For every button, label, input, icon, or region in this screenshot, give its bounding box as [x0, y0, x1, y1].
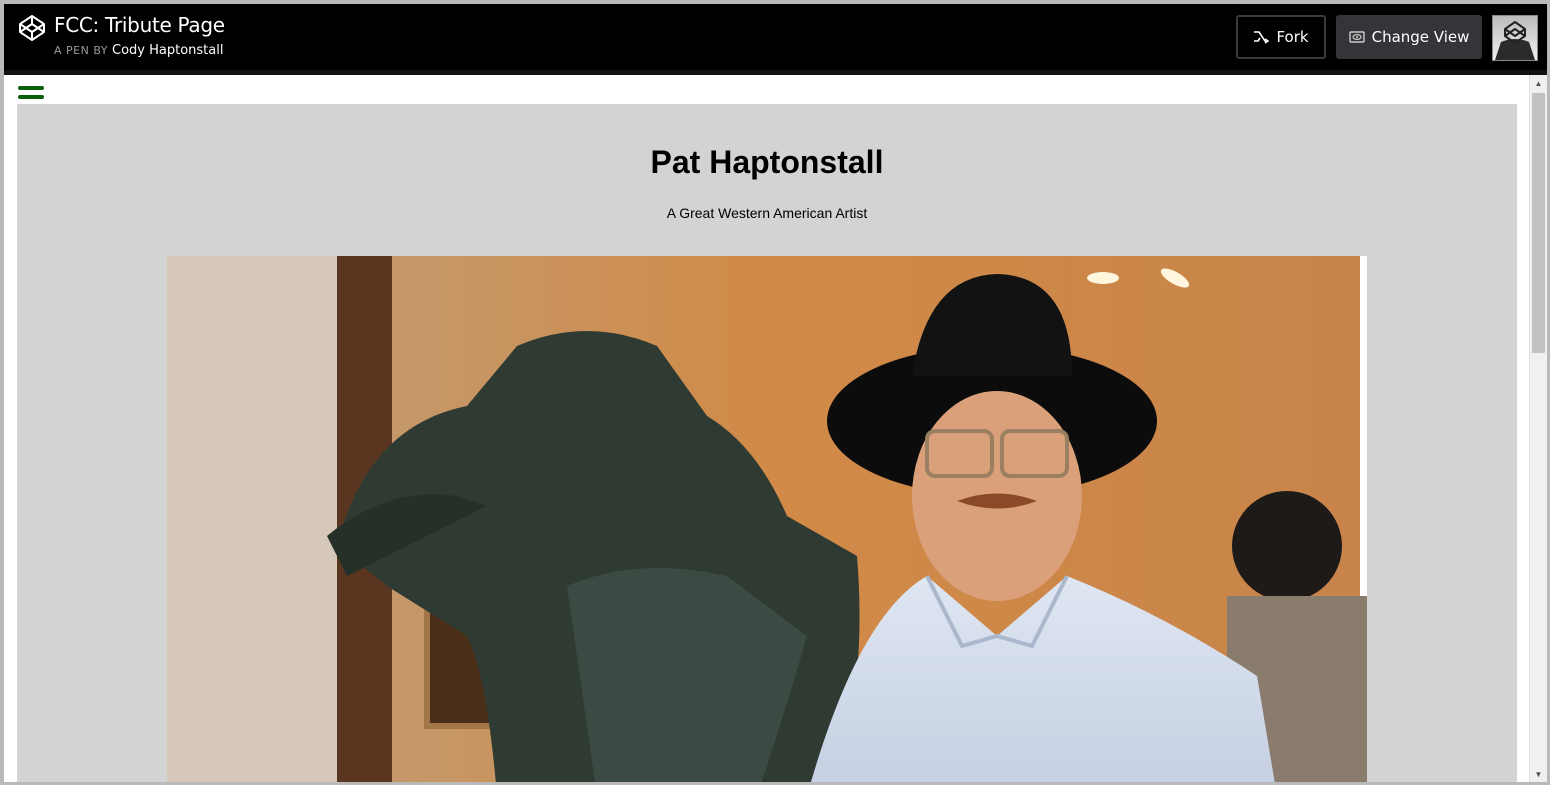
- change-view-button[interactable]: Change View: [1336, 15, 1482, 59]
- fork-button[interactable]: Fork: [1236, 15, 1326, 59]
- change-view-label: Change View: [1371, 28, 1470, 46]
- page-subtitle: A Great Western American Artist: [666, 205, 868, 221]
- pen-title[interactable]: FCC: Tribute Page: [54, 13, 225, 37]
- pen-header: FCC: Tribute Page A PEN BY Cody Haptonsta…: [4, 4, 1547, 70]
- codepen-logo-icon[interactable]: [18, 14, 46, 42]
- fork-label: Fork: [1276, 28, 1309, 46]
- pen-byline: A PEN BY Cody Haptonstall: [54, 43, 223, 58]
- page-title: Pat Haptonstall: [650, 144, 884, 180]
- tribute-main: Pat Haptonstall A Great Western American…: [17, 104, 1517, 782]
- vertical-scrollbar[interactable]: ▲ ▼: [1529, 75, 1547, 782]
- tribute-photo: [167, 256, 1367, 782]
- scroll-up-arrow-icon[interactable]: ▲: [1530, 75, 1547, 91]
- avatar-logo-icon: [1495, 21, 1535, 60]
- scrollbar-thumb[interactable]: [1532, 93, 1545, 353]
- preview-frame: Pat Haptonstall A Great Western American…: [4, 75, 1529, 782]
- scroll-down-arrow-icon[interactable]: ▼: [1530, 766, 1547, 782]
- byline-prefix: A PEN BY: [54, 44, 108, 57]
- user-avatar[interactable]: [1492, 15, 1538, 61]
- author-link[interactable]: Cody Haptonstall: [112, 43, 223, 58]
- eye-icon: [1348, 31, 1365, 43]
- photo-illustration: [167, 256, 1367, 782]
- fork-icon: [1254, 31, 1270, 44]
